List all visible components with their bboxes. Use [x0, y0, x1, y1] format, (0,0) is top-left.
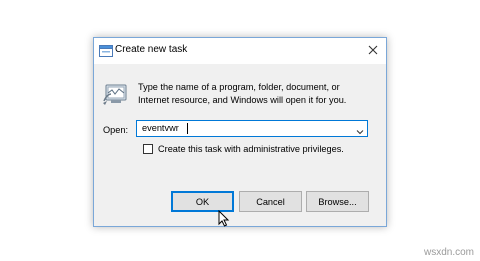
open-combobox[interactable]: eventvwr [136, 120, 368, 137]
cancel-button[interactable]: Cancel [239, 191, 302, 212]
title-bar[interactable]: Create new task [94, 38, 386, 64]
browse-button[interactable]: Browse... [306, 191, 369, 212]
run-program-icon [102, 81, 128, 107]
open-label: Open: [103, 125, 129, 135]
dropdown-button[interactable] [355, 124, 365, 135]
create-new-task-dialog: Create new task Type the name of a progr… [93, 37, 387, 227]
watermark: wsxdn.com [423, 247, 474, 258]
description-text: Type the name of a program, folder, docu… [138, 81, 378, 107]
dialog-title: Create new task [115, 44, 188, 55]
admin-privileges-checkbox[interactable] [143, 144, 153, 154]
text-caret [187, 123, 188, 134]
chevron-down-icon [356, 130, 364, 135]
mouse-pointer-icon [218, 209, 230, 228]
ok-button[interactable]: OK [171, 191, 234, 212]
description-line-1: Type the name of a program, folder, docu… [138, 82, 340, 92]
description-line-2: Internet resource, and Windows will open… [138, 95, 347, 105]
admin-privileges-label[interactable]: Create this task with administrative pri… [158, 144, 344, 154]
run-window-icon [99, 44, 113, 57]
open-input-value[interactable]: eventvwr [142, 123, 179, 133]
admin-privileges-row[interactable]: Create this task with administrative pri… [143, 143, 344, 155]
close-icon [368, 45, 378, 55]
close-button[interactable] [363, 41, 383, 59]
